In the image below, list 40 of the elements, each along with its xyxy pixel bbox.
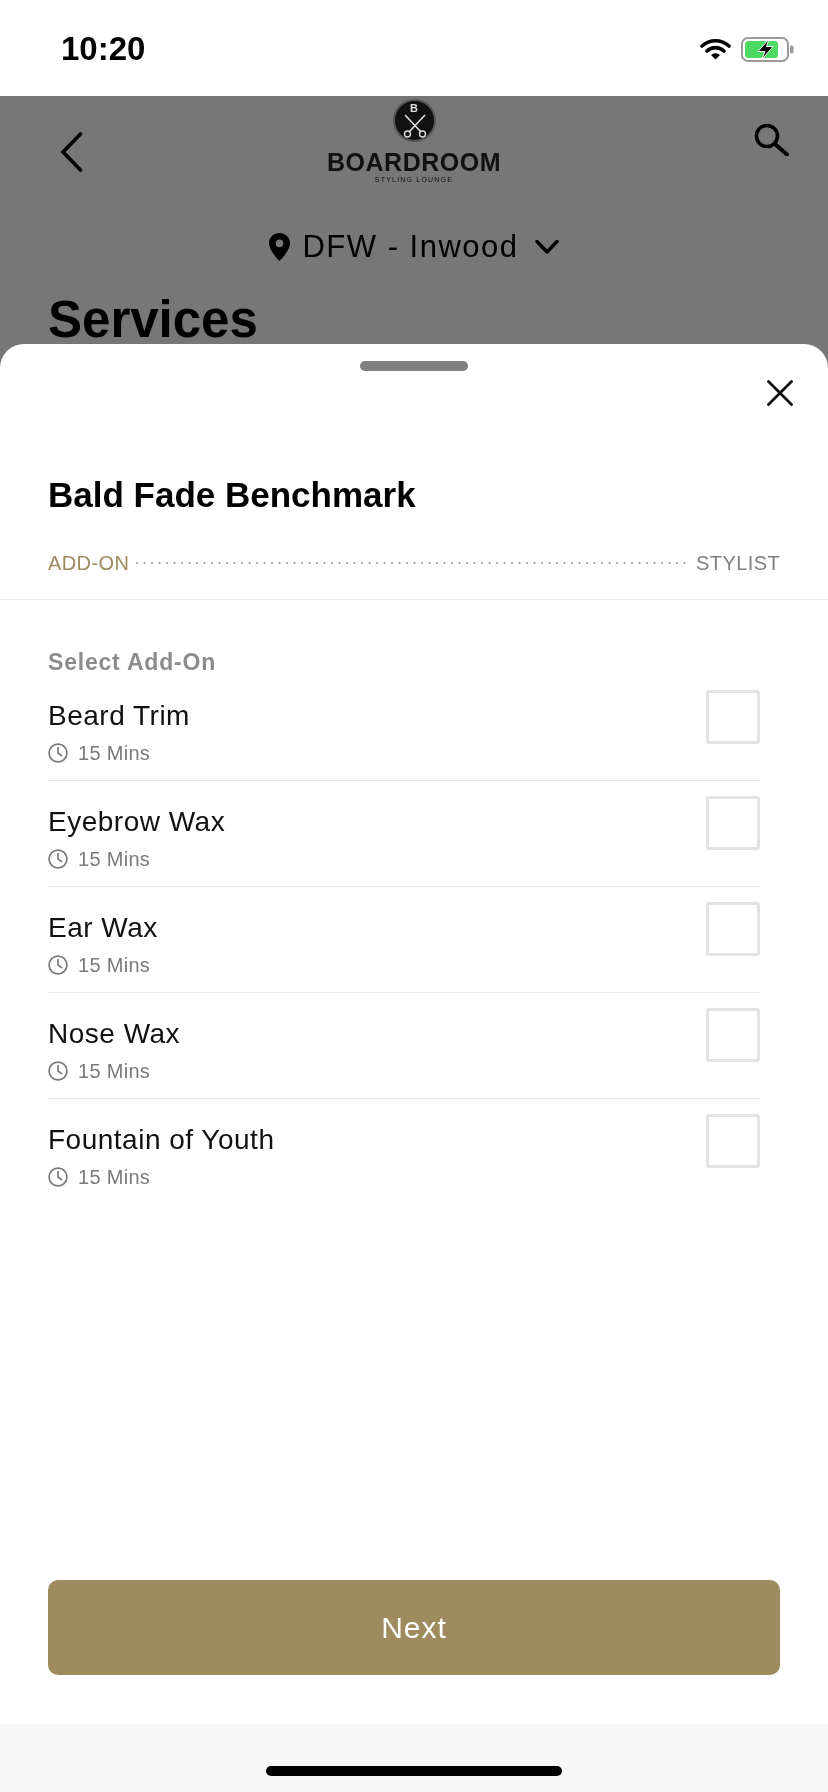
clock-icon [48, 1167, 68, 1187]
addon-name: Beard Trim [48, 700, 190, 732]
step-label: ADD-ON [48, 551, 130, 575]
close-icon [767, 380, 793, 406]
wifi-icon [700, 38, 731, 60]
checkbox[interactable] [706, 902, 760, 956]
chevron-down-icon [534, 239, 559, 255]
clock-icon [48, 849, 68, 869]
checkbox[interactable] [706, 1114, 760, 1168]
duration-text: 15 Mins [78, 953, 151, 977]
duration-text: 15 Mins [78, 741, 151, 765]
addon-name: Ear Wax [48, 912, 158, 944]
chevron-left-icon [60, 132, 83, 172]
clock-icon [48, 955, 68, 975]
checkbox[interactable] [706, 1008, 760, 1062]
duration-text: 15 Mins [78, 847, 151, 871]
addon-name: Nose Wax [48, 1018, 181, 1050]
search-icon [754, 123, 789, 156]
duration-text: 15 Mins [78, 1059, 151, 1083]
addon-name: Eyebrow Wax [48, 806, 226, 838]
checkbox[interactable] [706, 690, 760, 744]
map-pin-icon [269, 233, 291, 261]
addon-name: Fountain of Youth [48, 1124, 275, 1156]
scissors-icon [401, 114, 428, 138]
home-indicator[interactable] [266, 1766, 562, 1776]
clock-icon [48, 1061, 68, 1081]
logo-wordmark: BOARDROOM [327, 149, 501, 175]
page-title: Services [48, 296, 259, 344]
location-selector[interactable]: DFW - Inwood [269, 227, 559, 267]
step-label: STYLIST [696, 551, 780, 575]
logo-monogram: B [409, 102, 419, 114]
section-label: Select Add-On [48, 649, 217, 675]
next-button[interactable]: Next [48, 1580, 780, 1675]
sheet-title: Bald Fade Benchmark [48, 475, 417, 515]
sheet-handle[interactable] [360, 361, 468, 371]
duration-text: 15 Mins [78, 1165, 151, 1189]
battery-charging-icon [741, 36, 794, 62]
checkbox[interactable] [706, 796, 760, 850]
clock-icon [48, 743, 68, 763]
status-time: 10:20 [61, 29, 146, 69]
